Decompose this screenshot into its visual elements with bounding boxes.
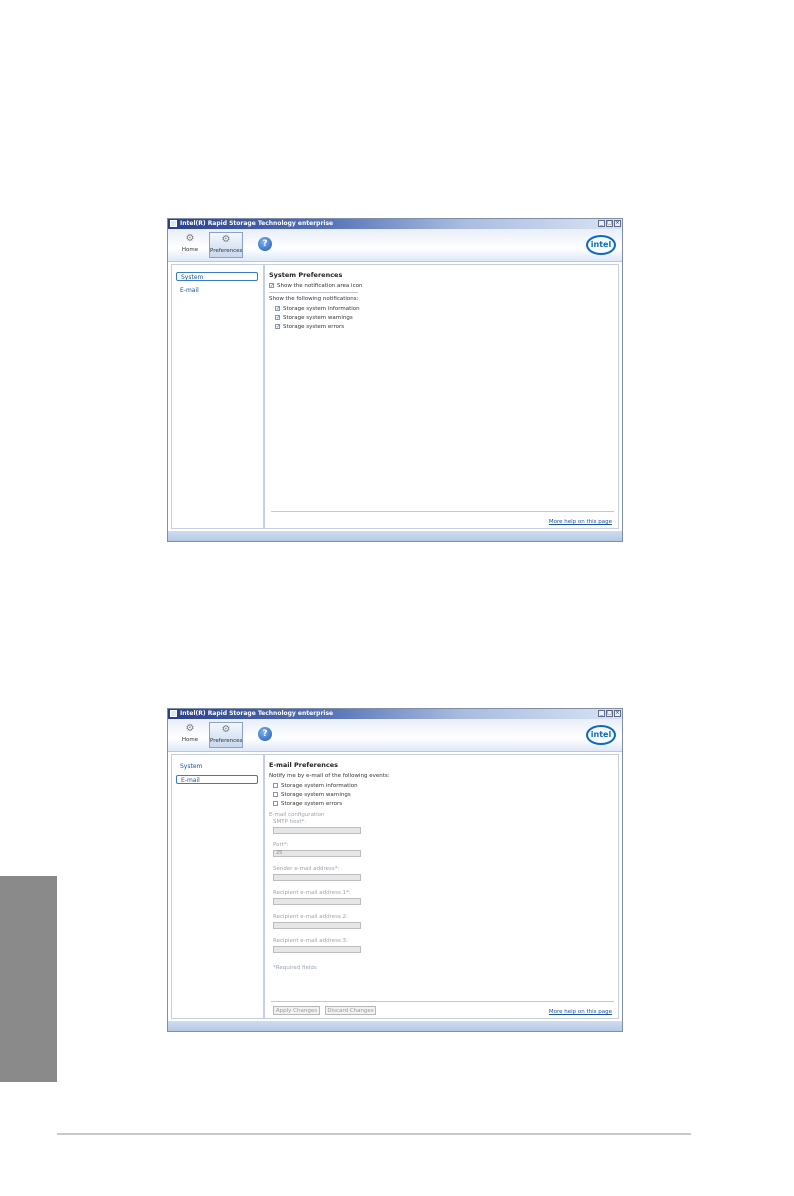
sidebar: System E-mail xyxy=(171,754,264,1019)
port-field[interactable]: 25 xyxy=(273,850,361,857)
content-pane: System Preferences ✓ Show the notificatio… xyxy=(264,264,619,529)
checkbox-unchecked-icon[interactable] xyxy=(273,801,278,806)
recipient1-label: Recipient e-mail address 1*: xyxy=(273,890,351,896)
event-option[interactable]: Storage system information xyxy=(273,782,358,790)
recipient3-label: Recipient e-mail address 3: xyxy=(273,938,348,944)
event-option[interactable]: Storage system warnings xyxy=(273,791,351,799)
notify-header: Notify me by e-mail of the following eve… xyxy=(269,773,390,779)
minimize-button[interactable]: _ xyxy=(598,220,605,227)
preferences-button[interactable]: ⚙ Preferences xyxy=(209,722,243,748)
checkbox-checked-icon[interactable]: ✓ xyxy=(275,324,280,330)
event-label: Storage system information xyxy=(281,783,358,789)
title-bar: Intel(R) Rapid Storage Technology enterp… xyxy=(168,219,622,229)
app-icon xyxy=(170,220,177,227)
chapter-side-tab xyxy=(0,876,57,1082)
smtp-host-field[interactable] xyxy=(273,827,361,834)
show-icon-option[interactable]: ✓ Show the notification area icon xyxy=(269,282,362,290)
preferences-icon: ⚙ xyxy=(221,234,231,245)
checkbox-checked-icon[interactable]: ✓ xyxy=(275,315,280,321)
page-title: System Preferences xyxy=(269,271,343,279)
event-label: Storage system warnings xyxy=(281,792,351,798)
more-help-link[interactable]: More help on this page xyxy=(549,519,612,525)
notifications-header: Show the following notifications: xyxy=(269,296,359,302)
apply-changes-button[interactable]: Apply Changes xyxy=(273,1006,320,1015)
recipient2-email-field[interactable] xyxy=(273,922,361,929)
divider xyxy=(269,292,358,293)
show-icon-label: Show the notification area icon xyxy=(277,283,363,289)
notification-label: Storage system errors xyxy=(283,324,345,330)
notification-option[interactable]: ✓ Storage system warnings xyxy=(275,314,353,322)
footer-rule xyxy=(57,1133,691,1135)
gear-icon: ⚙ xyxy=(185,233,195,244)
close-button[interactable]: × xyxy=(614,710,621,717)
toolbar: ⚙ Home ⚙ Preferences ? intel xyxy=(168,719,622,752)
app-icon xyxy=(170,710,177,717)
preferences-label: Preferences xyxy=(210,248,243,254)
footer-divider xyxy=(271,511,614,512)
status-bar xyxy=(168,531,622,541)
notification-option[interactable]: ✓ Storage system information xyxy=(275,305,360,313)
gear-icon: ⚙ xyxy=(185,723,195,734)
maximize-button[interactable]: □ xyxy=(606,710,613,717)
event-option[interactable]: Storage system errors xyxy=(273,800,342,808)
more-help-link[interactable]: More help on this page xyxy=(549,1009,612,1015)
close-button[interactable]: × xyxy=(614,220,621,227)
required-note: *Required fields xyxy=(273,965,317,971)
title-bar: Intel(R) Rapid Storage Technology enterp… xyxy=(168,709,622,719)
smtp-host-label: SMTP host*: xyxy=(273,819,307,825)
toolbar: ⚙ Home ⚙ Preferences ? intel xyxy=(168,229,622,262)
checkbox-checked-icon[interactable]: ✓ xyxy=(269,283,274,289)
status-bar xyxy=(168,1021,622,1031)
preferences-icon: ⚙ xyxy=(221,724,231,735)
home-label: Home xyxy=(181,737,199,743)
rst-window-email-preferences: Intel(R) Rapid Storage Technology enterp… xyxy=(167,708,623,1032)
recipient1-email-field[interactable] xyxy=(273,898,361,905)
window-title: Intel(R) Rapid Storage Technology enterp… xyxy=(180,710,334,717)
help-icon[interactable]: ? xyxy=(258,727,272,741)
sender-email-field[interactable] xyxy=(273,874,361,881)
intel-logo: intel xyxy=(586,235,616,255)
checkbox-unchecked-icon[interactable] xyxy=(273,792,278,797)
sidebar-item-email[interactable]: E-mail xyxy=(176,775,258,784)
recipient2-label: Recipient e-mail address 2: xyxy=(273,914,348,920)
help-icon[interactable]: ? xyxy=(258,237,272,251)
notification-option[interactable]: ✓ Storage system errors xyxy=(275,323,344,331)
maximize-button[interactable]: □ xyxy=(606,220,613,227)
event-label: Storage system errors xyxy=(281,801,343,807)
sidebar-item-email[interactable]: E-mail xyxy=(176,286,258,295)
notification-label: Storage system information xyxy=(283,306,360,312)
window-title: Intel(R) Rapid Storage Technology enterp… xyxy=(180,220,334,227)
sidebar: System E-mail xyxy=(171,264,264,529)
recipient3-email-field[interactable] xyxy=(273,946,361,953)
page-title: E-mail Preferences xyxy=(269,761,339,769)
preferences-button[interactable]: ⚙ Preferences xyxy=(209,232,243,258)
footer-divider xyxy=(271,1001,614,1002)
sidebar-item-system[interactable]: System xyxy=(176,272,258,281)
sidebar-item-system[interactable]: System xyxy=(176,762,258,771)
discard-changes-button[interactable]: Discard Changes xyxy=(325,1006,376,1015)
notification-label: Storage system warnings xyxy=(283,315,353,321)
home-button[interactable]: ⚙ Home xyxy=(173,232,207,258)
sender-label: Sender e-mail address*: xyxy=(273,866,340,872)
checkbox-unchecked-icon[interactable] xyxy=(273,783,278,788)
home-button[interactable]: ⚙ Home xyxy=(173,722,207,748)
checkbox-checked-icon[interactable]: ✓ xyxy=(275,306,280,312)
content-pane: E-mail Preferences Notify me by e-mail o… xyxy=(264,754,619,1019)
home-label: Home xyxy=(181,247,199,253)
preferences-label: Preferences xyxy=(210,738,243,744)
minimize-button[interactable]: _ xyxy=(598,710,605,717)
port-label: Port*: xyxy=(273,842,289,848)
rst-window-system-preferences: Intel(R) Rapid Storage Technology enterp… xyxy=(167,218,623,542)
intel-logo: intel xyxy=(586,725,616,745)
